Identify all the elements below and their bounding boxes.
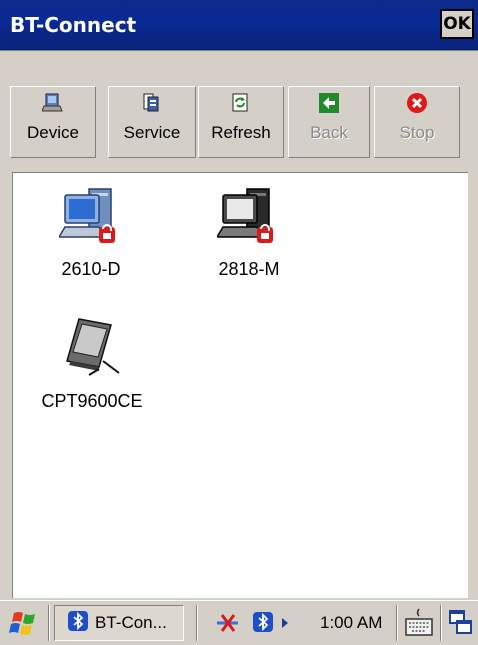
- service-button-label: Service: [123, 123, 181, 142]
- windows-flag-icon: [8, 612, 42, 643]
- device-name: 2610-D: [61, 259, 121, 279]
- refresh-button-label: Refresh: [211, 123, 271, 142]
- window-title: BT-Connect: [10, 13, 137, 37]
- device-button[interactable]: Device: [10, 86, 96, 158]
- stop-button-label: Stop: [399, 123, 435, 142]
- device-name: 2818-M: [218, 259, 280, 279]
- taskbar-separator: [396, 605, 398, 641]
- back-button-label: Back: [310, 123, 348, 142]
- clock[interactable]: 1:00 AM: [320, 613, 382, 633]
- back-arrow-icon: [316, 91, 342, 115]
- keyboard-icon[interactable]: [404, 607, 434, 643]
- device-item[interactable]: CPT9600CE: [27, 315, 157, 412]
- refresh-button[interactable]: Refresh: [198, 86, 284, 158]
- title-bar: BT-Connect OK: [0, 0, 478, 51]
- desktop-computer-locked-icon: [215, 183, 281, 251]
- taskbar-task-label: BT-Con...: [95, 613, 167, 632]
- bluetooth-tray-icon[interactable]: [252, 611, 274, 637]
- tray-expand-arrow-icon[interactable]: [280, 615, 290, 634]
- toolbar: Device Service Refresh Back Stop: [0, 52, 478, 170]
- device-button-label: Device: [27, 123, 79, 142]
- stop-button[interactable]: Stop: [374, 86, 460, 158]
- service-icon: [139, 91, 165, 115]
- stop-icon: [404, 91, 430, 115]
- ok-button[interactable]: OK: [440, 9, 474, 39]
- desktop-switch-icon[interactable]: [448, 609, 474, 641]
- device-list[interactable]: 2610-D 2818-M CPT9600CE: [12, 172, 468, 598]
- taskbar-task-bt-connect[interactable]: BT-Con...: [54, 605, 184, 641]
- service-button[interactable]: Service: [108, 86, 196, 158]
- taskbar-separator: [196, 605, 198, 641]
- taskbar-separator: [48, 605, 50, 641]
- start-button[interactable]: [8, 609, 42, 639]
- pda-icon: [59, 315, 125, 383]
- device-item[interactable]: 2818-M: [209, 183, 289, 280]
- taskbar-separator: [440, 605, 442, 641]
- bluetooth-app-icon: [67, 610, 89, 636]
- desktop-computer-locked-icon: [57, 183, 123, 251]
- taskbar: BT-Con... 1:00 AM: [0, 600, 478, 645]
- connection-status-icon[interactable]: [214, 609, 242, 641]
- device-name: CPT9600CE: [41, 391, 143, 411]
- refresh-icon: [228, 91, 254, 115]
- device-item[interactable]: 2610-D: [51, 183, 131, 280]
- back-button[interactable]: Back: [288, 86, 370, 158]
- device-icon: [40, 91, 66, 115]
